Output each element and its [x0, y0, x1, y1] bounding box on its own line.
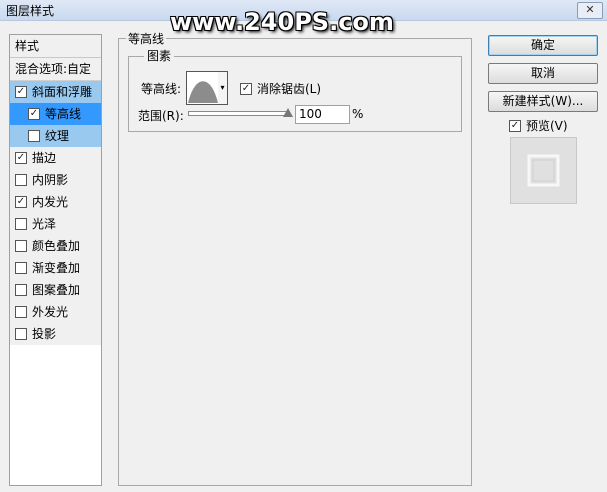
- style-item-label: 斜面和浮雕: [32, 85, 93, 99]
- style-preview: [510, 137, 577, 204]
- checkbox-icon[interactable]: ✓: [15, 151, 27, 164]
- elements-group-title: 图素: [144, 47, 175, 64]
- styles-heading[interactable]: 样式: [10, 35, 101, 58]
- checkbox-icon[interactable]: [15, 305, 27, 318]
- style-item[interactable]: 光泽: [10, 213, 101, 235]
- style-item[interactable]: ✓ 描边: [10, 147, 101, 169]
- range-unit: %: [352, 107, 364, 121]
- checkbox-icon[interactable]: [15, 261, 27, 274]
- antialias-label: 消除锯齿(L): [257, 82, 322, 96]
- checkbox-icon[interactable]: [28, 129, 40, 142]
- contour-dropdown-icon[interactable]: ▾: [218, 71, 228, 105]
- window-title: 图层样式: [6, 4, 55, 18]
- style-item[interactable]: 外发光: [10, 301, 101, 323]
- new-style-button[interactable]: 新建样式(W)...: [488, 91, 598, 112]
- checkbox-icon[interactable]: [15, 173, 27, 186]
- style-item-label: 渐变叠加: [32, 261, 81, 275]
- style-item[interactable]: ✓ 内发光: [10, 191, 101, 213]
- style-item[interactable]: ✓ 等高线: [10, 103, 101, 125]
- style-item[interactable]: ✓ 斜面和浮雕: [10, 81, 101, 103]
- style-item[interactable]: 投影: [10, 323, 101, 345]
- style-item-label: 图案叠加: [32, 283, 81, 297]
- blend-options-item[interactable]: 混合选项:自定: [10, 58, 101, 81]
- range-slider-track[interactable]: [188, 111, 290, 116]
- style-list: 样式 混合选项:自定 ✓ 斜面和浮雕 ✓ 等高线纹理 ✓ 描边内阴影 ✓ 内发光光泽颜色叠加渐…: [9, 34, 102, 486]
- style-item-label: 内阴影: [32, 173, 69, 187]
- preview-thumbnail: [511, 138, 576, 203]
- style-item[interactable]: 纹理: [10, 125, 101, 147]
- range-slider-thumb[interactable]: [283, 108, 293, 117]
- ok-button[interactable]: 确定: [488, 35, 598, 56]
- style-item-label: 纹理: [45, 129, 70, 143]
- style-item-label: 光泽: [32, 217, 57, 231]
- contour-label: 等高线:: [141, 82, 182, 96]
- antialias-check-icon[interactable]: ✓: [240, 82, 252, 95]
- range-label: 范围(R):: [138, 109, 184, 123]
- style-item[interactable]: 渐变叠加: [10, 257, 101, 279]
- preview-checkbox[interactable]: ✓ 预览(V): [509, 117, 568, 134]
- style-item[interactable]: 图案叠加: [10, 279, 101, 301]
- checkbox-icon[interactable]: ✓: [15, 195, 27, 208]
- checkbox-icon[interactable]: [15, 283, 27, 296]
- close-icon[interactable]: ✕: [577, 2, 603, 19]
- contour-picker[interactable]: [186, 71, 220, 105]
- style-item-label: 等高线: [45, 107, 82, 121]
- checkbox-icon[interactable]: [15, 217, 27, 230]
- style-item[interactable]: 颜色叠加: [10, 235, 101, 257]
- contour-group-title: 等高线: [126, 30, 167, 47]
- checkbox-icon[interactable]: [15, 239, 27, 252]
- style-item-label: 描边: [32, 151, 57, 165]
- style-item-label: 颜色叠加: [32, 239, 81, 253]
- style-item-label: 外发光: [32, 305, 69, 319]
- cancel-button[interactable]: 取消: [488, 63, 598, 84]
- style-item-label: 内发光: [32, 195, 69, 209]
- checkbox-icon[interactable]: ✓: [15, 85, 27, 98]
- range-input[interactable]: 100: [295, 105, 350, 124]
- checkbox-icon[interactable]: ✓: [28, 107, 40, 120]
- preview-label: 预览(V): [526, 119, 568, 133]
- watermark: www.240PS.com: [170, 8, 394, 36]
- contour-curve-icon: [188, 81, 218, 103]
- preview-check-icon[interactable]: ✓: [509, 119, 521, 132]
- checkbox-icon[interactable]: [15, 327, 27, 340]
- style-item[interactable]: 内阴影: [10, 169, 101, 191]
- style-item-label: 投影: [32, 327, 57, 341]
- antialias-checkbox[interactable]: ✓ 消除锯齿(L): [240, 80, 321, 97]
